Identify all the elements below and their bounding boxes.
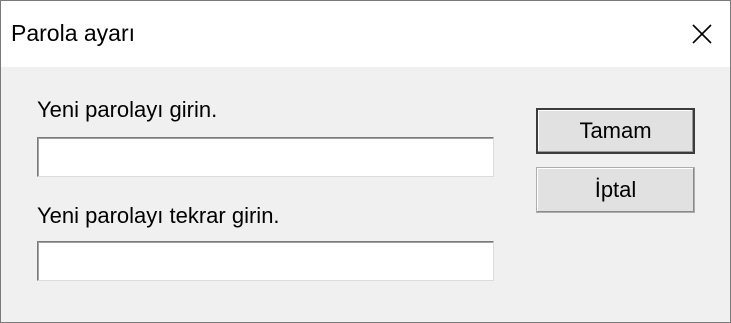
title-bar[interactable]: Parola ayarı xyxy=(1,1,730,67)
ok-button[interactable]: Tamam xyxy=(536,108,695,154)
password-settings-dialog: Parola ayarı Yeni parolayı girin. Yeni p… xyxy=(0,0,731,323)
confirm-password-label: Yeni parolayı tekrar girin. xyxy=(37,203,280,228)
close-button[interactable] xyxy=(674,1,730,67)
new-password-input[interactable] xyxy=(37,137,494,177)
window-title: Parola ayarı xyxy=(11,20,136,46)
confirm-password-input[interactable] xyxy=(37,241,494,281)
cancel-button[interactable]: İptal xyxy=(536,167,695,213)
close-icon xyxy=(692,24,712,44)
new-password-label: Yeni parolayı girin. xyxy=(37,97,218,122)
